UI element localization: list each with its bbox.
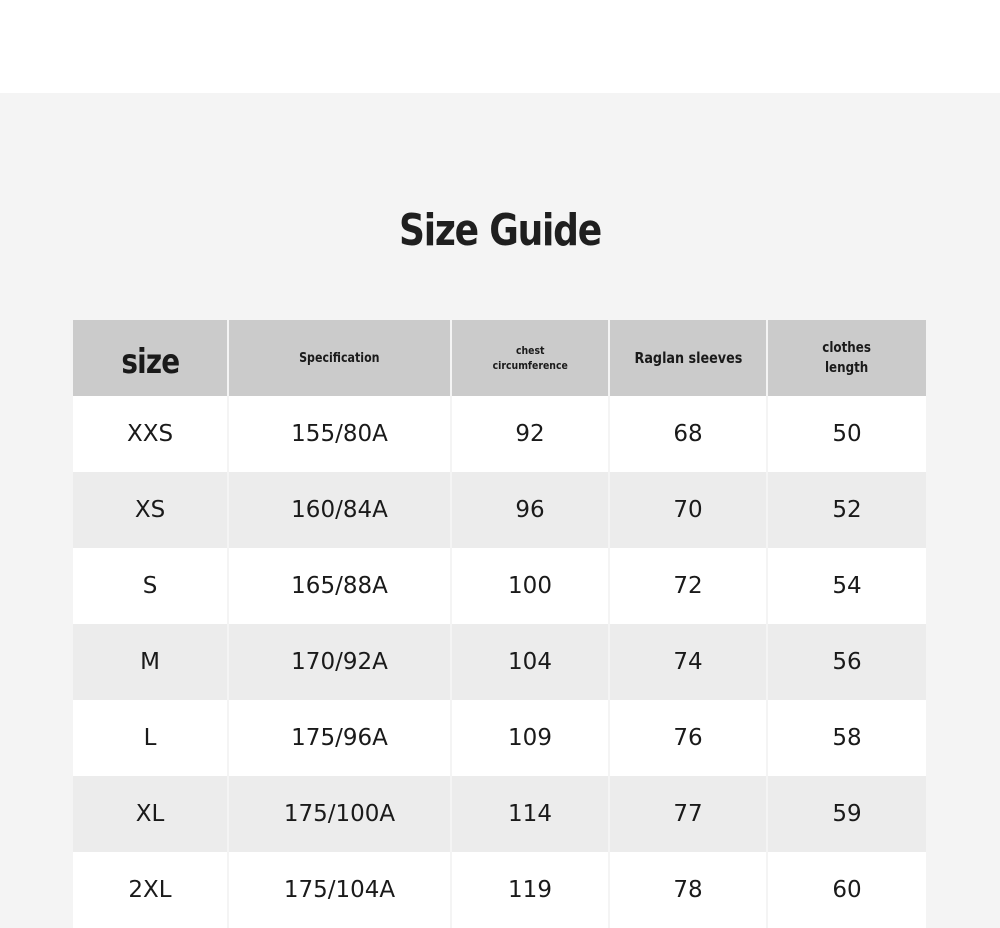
table-row: L 175/96A 109 76 58 — [73, 700, 926, 776]
cell-size: M — [140, 649, 160, 675]
cell-size: L — [143, 725, 157, 751]
cell-raglan: 76 — [608, 700, 767, 776]
cell-raglan: 72 — [608, 548, 767, 624]
cell-chest: 92 — [450, 396, 609, 472]
table-row: 2XL 175/104A 119 78 60 — [73, 852, 926, 928]
table-header-row: size Specification chest circumference R… — [73, 320, 926, 396]
cell-length: 52 — [766, 472, 926, 548]
cell-raglan: 70 — [608, 472, 767, 548]
cell-length: 56 — [766, 624, 926, 700]
cell-length: 58 — [766, 700, 926, 776]
page-title: Size Guide — [398, 205, 602, 256]
table-row: M 170/92A 104 74 56 — [73, 624, 926, 700]
cell-specification: 160/84A — [227, 472, 451, 548]
table-row: XXS 155/80A 92 68 50 — [73, 396, 926, 472]
header-raglan: Raglan sleeves — [608, 320, 767, 396]
cell-chest: 96 — [450, 472, 609, 548]
cell-length: 59 — [766, 776, 926, 852]
cell-specification: 175/104A — [227, 852, 451, 928]
cell-size: XL — [135, 801, 165, 827]
cell-specification: 165/88A — [227, 548, 451, 624]
cell-chest: 109 — [450, 700, 609, 776]
header-specification-label: Specification — [299, 351, 380, 366]
size-table: size Specification chest circumference R… — [73, 320, 926, 928]
header-size: size — [73, 320, 228, 396]
cell-length: 60 — [766, 852, 926, 928]
top-band — [0, 0, 1000, 93]
cell-raglan: 78 — [608, 852, 767, 928]
header-length: clothes length — [766, 320, 926, 396]
cell-specification: 170/92A — [227, 624, 451, 700]
table-row: XS 160/84A 96 70 52 — [73, 472, 926, 548]
cell-size: S — [142, 573, 158, 599]
cell-size: 2XL — [128, 877, 172, 903]
cell-raglan: 77 — [608, 776, 767, 852]
cell-chest: 100 — [450, 548, 609, 624]
cell-specification: 175/100A — [227, 776, 451, 852]
cell-length: 50 — [766, 396, 926, 472]
header-chest-label: chest circumference — [492, 343, 568, 372]
cell-length: 54 — [766, 548, 926, 624]
table-row: S 165/88A 100 72 54 — [73, 548, 926, 624]
header-raglan-label: Raglan sleeves — [634, 348, 742, 367]
header-size-label: size — [120, 342, 180, 382]
cell-specification: 175/96A — [227, 700, 451, 776]
cell-chest: 119 — [450, 852, 609, 928]
size-guide-panel: Size Guide size Specification chest circ… — [0, 93, 1000, 928]
header-chest: chest circumference — [450, 320, 609, 396]
cell-specification: 155/80A — [227, 396, 451, 472]
cell-size: XS — [134, 497, 166, 523]
table-row: XL 175/100A 114 77 59 — [73, 776, 926, 852]
cell-raglan: 74 — [608, 624, 767, 700]
header-specification: Specification — [227, 320, 451, 396]
header-length-label: clothes length — [822, 340, 872, 376]
cell-raglan: 68 — [608, 396, 767, 472]
cell-chest: 114 — [450, 776, 609, 852]
cell-chest: 104 — [450, 624, 609, 700]
cell-size: XXS — [126, 421, 174, 447]
